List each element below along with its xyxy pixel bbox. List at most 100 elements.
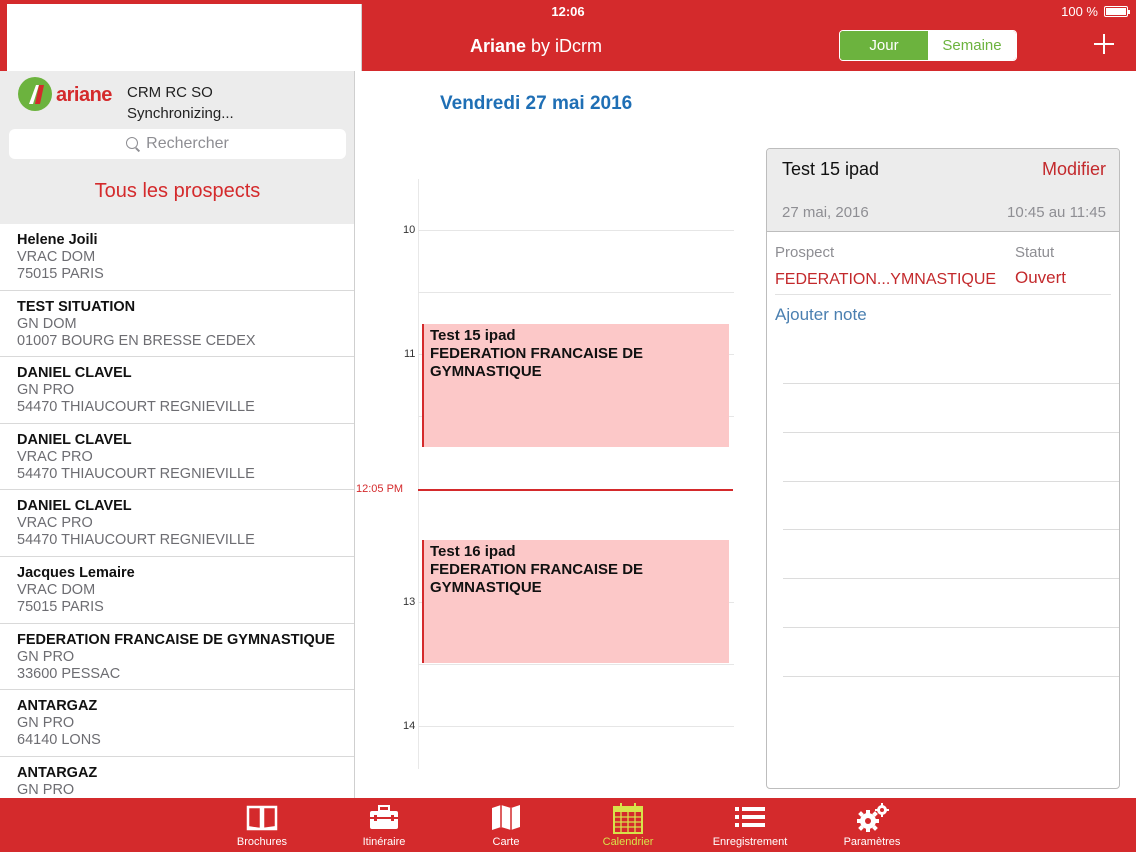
prospect-segment: VRAC PRO [17,515,93,532]
prospect-name: ANTARGAZ [17,698,98,715]
status-right: 100 % [1061,4,1130,19]
prospect-segment: GN PRO [17,382,75,399]
tab-label: Calendrier [602,836,654,848]
hour-label: 14 [403,720,416,732]
add-note-button[interactable]: Ajouter note [775,305,867,325]
app-root: iPad 12:06 100 % Prospects Ariane by iDc… [0,0,1136,852]
tab-label: Paramètres [843,836,901,848]
prospect-segment: GN PRO [17,781,75,798]
timeline-axis [418,179,419,769]
tab-label: Carte [492,836,520,848]
half-hour-line [418,664,734,665]
logo-text: ariane [56,84,112,106]
add-event-icon[interactable] [1092,32,1116,56]
search-input[interactable]: Rechercher [9,129,346,159]
prospect-city: 54470 THIAUCOURT REGNIEVILLE [17,399,255,416]
prospect-name: DANIEL CLAVEL [17,498,132,515]
crm-name: CRM RC SO [127,84,213,101]
list-item[interactable]: Helene Joili VRAC DOM 75015 PARIS [0,224,354,291]
list-item[interactable]: DANIEL CLAVEL VRAC PRO 54470 THIAUCOURT … [0,490,354,557]
status-time: 12:06 [551,4,585,19]
note-line [783,529,1119,530]
calendar-icon [613,803,643,834]
prospect-segment: VRAC PRO [17,448,93,465]
app-name: Ariane [469,36,527,56]
note-line [783,578,1119,579]
list-item[interactable]: DANIEL CLAVEL VRAC PRO 54470 THIAUCOURT … [0,424,354,491]
tab-label: Brochures [236,836,288,848]
week-view-button[interactable]: Semaine [928,31,1016,60]
prospect-label: Prospect [775,244,835,261]
prospect-city: 01007 BOURG EN BRESSE CEDEX [17,332,256,349]
gears-icon [857,803,889,832]
list-item[interactable]: ANTARGAZ GN PRO 64140 LONS [0,690,354,757]
calendar-event[interactable]: Test 15 ipad FEDERATION FRANCAISE DE GYM… [422,324,729,447]
sync-status: Synchronizing... [127,105,234,122]
event-title: Test 16 ipad [430,543,516,560]
status-bar: iPad 12:06 100 % [0,0,1136,731]
tab-itineraire[interactable]: Itinéraire [329,798,439,852]
search-icon [126,137,140,151]
prospect-name: ANTARGAZ [17,764,98,781]
prospect-city: 54470 THIAUCOURT REGNIEVILLE [17,532,255,549]
top-bar: iPad 12:06 100 % Prospects Ariane by iDc… [0,0,1136,731]
prospect-value-link[interactable]: FEDERATION...YMNASTIQUE [775,271,996,289]
prospect-name: FEDERATION FRANCAISE DE GYMNASTIQUE [17,631,335,648]
ariane-logo: ariane [18,77,118,111]
prospect-segment: GN PRO [17,715,75,732]
note-line [783,383,1119,384]
tab-carte[interactable]: Carte [451,798,561,852]
detail-divider [775,294,1111,295]
tab-enregistrement[interactable]: Enregistrement [695,798,805,852]
battery-percent: 100 % [1061,4,1098,19]
prospect-segment: GN PRO [17,648,75,665]
event-prospect-line1: FEDERATION FRANCAISE DE [430,345,644,362]
logo-mark-icon [29,85,44,104]
tab-parametres[interactable]: Paramètres [817,798,927,852]
prospect-name: TEST SITUATION [17,298,136,315]
event-detail-time: 10:45 au 11:45 [1007,204,1106,221]
tab-brochures[interactable]: Brochures [207,798,317,852]
prospect-city: 75015 PARIS [17,598,104,615]
view-toggle: Jour Semaine [839,30,1017,61]
briefcase-icon [370,805,398,829]
tab-calendrier[interactable]: Calendrier [573,798,683,852]
app-title: Ariane by iDcrm [356,36,716,57]
prospect-city: 75015 PARIS [17,266,104,282]
prospects-panel: ariane CRM RC SO Synchronizing... Recher… [0,71,355,798]
tab-label: Itinéraire [362,836,406,848]
list-item[interactable]: ANTARGAZ GN PRO [0,757,354,798]
current-time-label: 12:05 PM [356,483,404,495]
current-time-line [418,489,733,491]
hour-label: 11 [404,348,416,360]
all-prospects-filter[interactable]: Tous les prospects [0,180,354,203]
day-view-button[interactable]: Jour [840,31,928,60]
prospect-name: DANIEL CLAVEL [17,365,132,382]
hour-line [418,230,734,231]
calendar-event[interactable]: Test 16 ipad FEDERATION FRANCAISE DE GYM… [422,540,729,663]
event-detail-date: 27 mai, 2016 [782,204,869,221]
event-detail-card: Test 15 ipad Modifier 27 mai, 2016 10:45… [766,148,1120,789]
list-item[interactable]: DANIEL CLAVEL GN PRO 54470 THIAUCOURT RE… [0,357,354,424]
prospect-list: Helene Joili VRAC DOM 75015 PARIS TEST S… [0,224,354,798]
list-item[interactable]: FEDERATION FRANCAISE DE GYMNASTIQUE GN P… [0,624,354,691]
list-item[interactable]: Jacques Lemaire VRAC DOM 75015 PARIS [0,557,354,624]
prospect-name: Jacques Lemaire [17,564,135,581]
list-icon [735,807,765,827]
logo-circle-icon [18,77,52,111]
search-placeholder: Rechercher [146,135,229,152]
app-suffix: by iDcrm [526,36,603,56]
status-value: Ouvert [1015,268,1067,287]
prospect-segment: VRAC DOM [17,581,96,598]
prospect-city: 54470 THIAUCOURT REGNIEVILLE [17,465,255,482]
event-detail-title: Test 15 ipad [782,159,880,179]
tab-bar: Brochures Itinéraire Carte Calendrier En… [0,798,1136,852]
note-line [783,432,1119,433]
edit-button[interactable]: Modifier [1042,159,1106,180]
list-item[interactable]: TEST SITUATION GN DOM 01007 BOURG EN BRE… [0,291,354,358]
note-line [783,676,1119,677]
event-prospect-line2: GYMNASTIQUE [430,579,542,596]
prospect-city: 33600 PESSAC [17,665,121,682]
prospect-name: Helene Joili [17,232,98,248]
half-hour-line [418,292,734,293]
